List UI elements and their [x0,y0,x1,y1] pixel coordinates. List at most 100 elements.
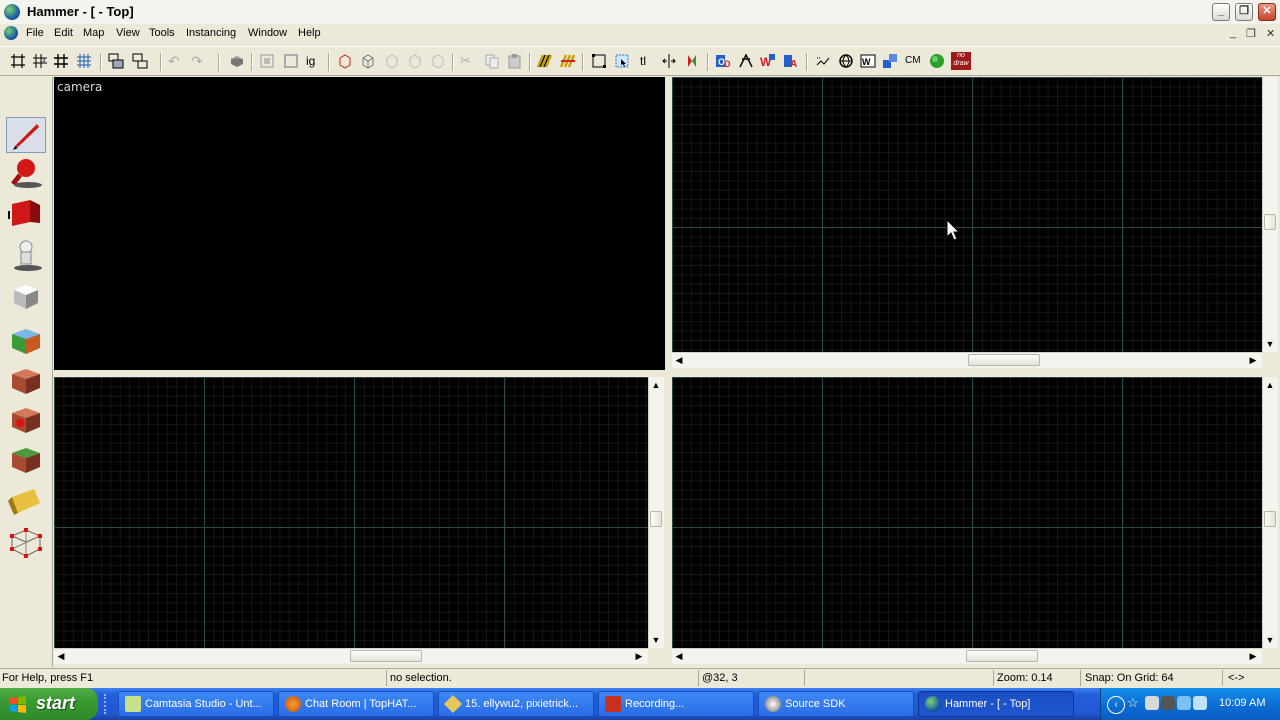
edit-cordon-icon[interactable] [560,53,576,69]
scroll-down-arrow-icon[interactable]: ▼ [1263,633,1277,647]
toggle-nodraw-button[interactable]: no draw [951,52,971,70]
compile-map-icon[interactable] [838,53,854,69]
cut-icon[interactable]: ✂ [460,53,476,69]
scroll-left-arrow-icon[interactable]: ◀ [672,649,686,663]
selection-box-icon[interactable] [591,53,607,69]
copy-icon[interactable] [484,53,500,69]
top-viewport-horizontal-thumb[interactable] [968,354,1040,366]
scroll-right-arrow-icon[interactable]: ▶ [1246,353,1260,367]
camera-tool-button[interactable] [6,195,46,231]
top-2d-viewport[interactable] [672,77,1262,352]
taskbar-item-source-sdk[interactable]: Source SDK [758,691,914,717]
side-viewport-vertical-scrollbar[interactable]: ▲ ▼ [1262,377,1278,648]
front-2d-viewport[interactable] [54,377,648,648]
scroll-down-arrow-icon[interactable]: ▼ [649,633,663,647]
menu-help[interactable]: Help [298,27,321,39]
grid-smaller-icon[interactable] [53,53,69,69]
side-viewport-horizontal-thumb[interactable] [966,650,1038,662]
show-visgroup-icon[interactable]: W [760,53,776,69]
top-viewport-horizontal-scrollbar[interactable]: ◀ ▶ [672,352,1262,368]
apply-current-texture-tool-button[interactable] [6,363,46,399]
undo-icon[interactable]: ↶ [168,53,184,69]
ignore-groups-button[interactable]: ig [306,53,322,69]
clipping-tool-button[interactable] [6,485,46,521]
top-viewport-vertical-scrollbar[interactable]: ▼ [1262,77,1278,352]
make-hollow-icon[interactable] [283,53,299,69]
tray-app-icon[interactable] [1145,696,1159,710]
toggle-cordon-stripes-icon[interactable] [537,53,553,69]
scroll-up-arrow-icon[interactable]: ▲ [1263,378,1277,392]
path-tool-icon[interactable] [738,53,754,69]
menu-view[interactable]: View [116,27,140,39]
document-icon[interactable] [4,26,18,40]
taskbar-item-chat-room[interactable]: Chat Room | TopHAT... [278,691,434,717]
restore-button[interactable]: ❐ [1235,3,1253,21]
taskbar-item-hammer[interactable]: Hammer - [ - Top] [918,691,1074,717]
group-icon[interactable] [108,53,124,69]
scroll-left-arrow-icon[interactable]: ◀ [54,649,68,663]
decal-tool-button[interactable] [6,402,46,438]
mdi-close-button[interactable]: ✕ [1266,27,1275,40]
side-viewport-horizontal-scrollbar[interactable]: ◀ ▶ [672,648,1262,664]
mdi-restore-button[interactable]: ❐ [1246,27,1256,40]
minimize-button[interactable]: _ [1212,3,1230,21]
vertex-manipulation-tool-button[interactable] [6,525,46,561]
overlay-tool-button[interactable] [6,442,46,478]
start-button[interactable]: start [0,688,98,720]
menu-tools[interactable]: Tools [149,27,175,39]
redo-icon[interactable]: ↷ [191,53,207,69]
front-viewport-vertical-scrollbar[interactable]: ▲ ▼ [648,377,664,648]
grid-toggle-icon[interactable] [10,53,26,69]
menu-file[interactable]: File [26,27,44,39]
scroll-up-arrow-icon[interactable]: ▲ [649,378,663,392]
quick-launch-grip[interactable] [104,694,112,714]
check-problems-icon[interactable] [882,53,898,69]
taskbar-item-pixietrick[interactable]: 15. ellywu2, pixietrick... [438,691,594,717]
grid-larger-icon[interactable] [76,53,92,69]
scroll-left-arrow-icon[interactable]: ◀ [672,353,686,367]
grid-3d-icon[interactable]: 3 [32,53,48,69]
selection-tool-button[interactable] [6,117,46,153]
front-viewport-horizontal-thumb[interactable] [350,650,422,662]
paste-icon[interactable] [507,53,523,69]
decal-mode-icon[interactable]: OD [715,53,731,69]
menu-window[interactable]: Window [248,27,287,39]
snap-to-grid-icon[interactable] [815,53,831,69]
run-map-icon[interactable] [929,53,945,69]
toggle-models-icon[interactable] [384,53,400,69]
scroll-right-arrow-icon[interactable]: ▶ [632,649,646,663]
mdi-minimize-button[interactable]: _ [1230,27,1236,39]
hammer-app-icon[interactable] [4,4,20,20]
camera-viewport[interactable]: camera [54,77,665,370]
texture-application-tool-button[interactable] [6,323,46,359]
carve-icon[interactable] [259,53,275,69]
menu-map[interactable]: Map [83,27,104,39]
menu-edit[interactable]: Edit [54,27,73,39]
network-icon[interactable] [1177,696,1191,710]
entity-report-icon[interactable]: W [860,53,876,69]
top-viewport-vertical-thumb[interactable] [1264,214,1276,230]
toggle-cordon-icon[interactable] [407,53,423,69]
menu-instancing[interactable]: Instancing [186,27,236,39]
flip-vertical-icon[interactable] [684,53,700,69]
taskbar-item-camtasia[interactable]: Camtasia Studio - Unt... [118,691,274,717]
close-button[interactable]: ✕ [1258,3,1276,21]
flip-horizontal-icon[interactable] [661,53,677,69]
hide-selected-icon[interactable] [229,53,245,69]
star-icon[interactable]: ☆ [1127,696,1141,710]
block-tool-button[interactable] [6,279,46,315]
tray-expand-icon[interactable]: ‹ [1107,696,1125,714]
front-viewport-horizontal-scrollbar[interactable]: ◀ ▶ [54,648,648,664]
texture-lock-tl-button[interactable]: tl [640,53,656,69]
steam-tray-icon[interactable] [1161,696,1175,710]
texture-lock-icon[interactable] [337,53,353,69]
hide-visgroup-icon[interactable]: A [783,53,799,69]
cubemap-button[interactable]: CM [905,53,925,69]
side-2d-viewport[interactable] [672,377,1262,648]
select-by-handles-icon[interactable] [614,53,630,69]
side-viewport-vertical-thumb[interactable] [1264,511,1276,527]
magnify-tool-button[interactable] [6,155,46,191]
front-viewport-vertical-thumb[interactable] [650,511,662,527]
ungroup-icon[interactable] [132,53,148,69]
scroll-down-arrow-icon[interactable]: ▼ [1263,337,1277,351]
